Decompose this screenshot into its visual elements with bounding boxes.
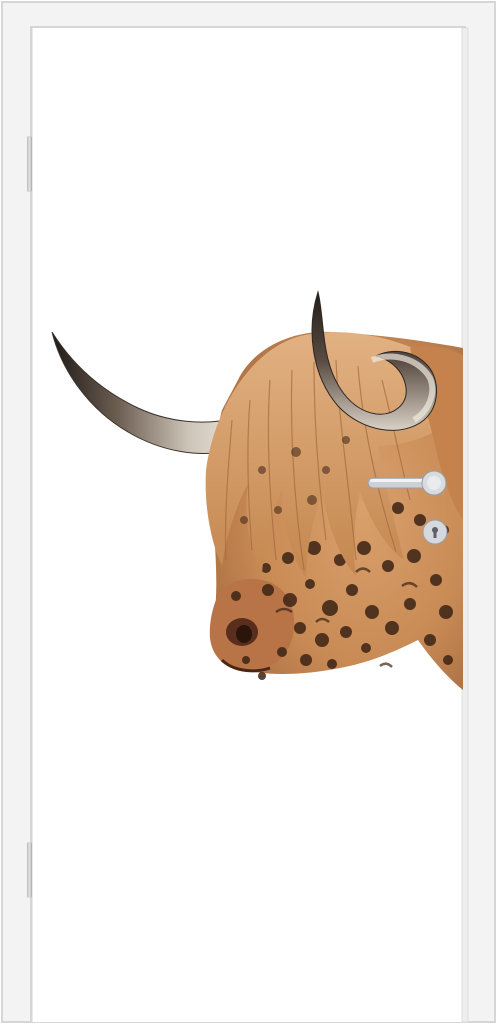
door-handle-icon[interactable] <box>366 466 450 500</box>
keyhole-lock-icon <box>422 519 448 545</box>
highland-cow-leopard-print-icon <box>51 290 463 690</box>
door-mural <box>0 0 497 1024</box>
